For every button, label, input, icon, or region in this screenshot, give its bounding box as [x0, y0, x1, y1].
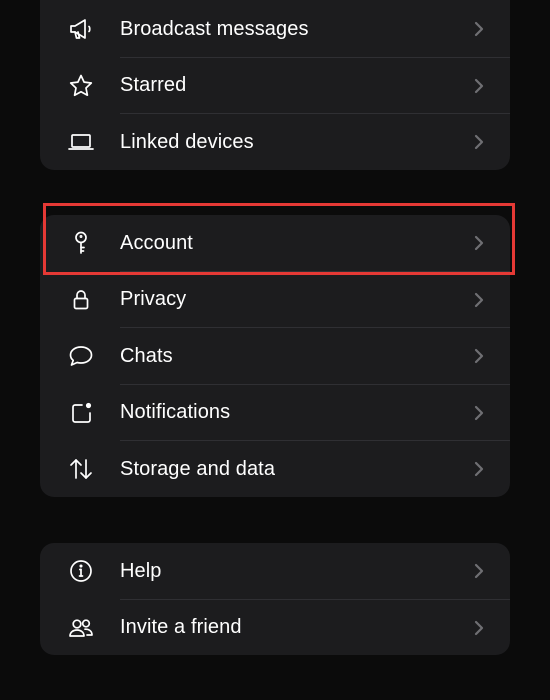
laptop-icon	[66, 127, 96, 157]
chevron-right-icon	[472, 289, 486, 311]
settings-item-chats[interactable]: Chats	[40, 328, 510, 385]
settings-item-invite-a-friend[interactable]: Invite a friend	[40, 600, 510, 656]
settings-group-support: Help Invite a friend	[40, 543, 510, 655]
settings-item-linked-devices[interactable]: Linked devices	[40, 114, 510, 170]
settings-item-label: Account	[120, 231, 193, 254]
chevron-right-icon	[472, 458, 486, 480]
settings-item-account[interactable]: Account	[40, 215, 510, 272]
star-icon	[66, 71, 96, 101]
settings-group-tools: Broadcast messages Starred Linked device…	[40, 0, 510, 170]
settings-group-main: Account Privacy Chats Notifications Stor…	[40, 215, 510, 497]
people-icon	[66, 613, 96, 643]
settings-item-starred[interactable]: Starred	[40, 58, 510, 114]
settings-item-label: Chats	[120, 344, 173, 367]
settings-item-label: Help	[120, 559, 162, 582]
settings-item-label: Broadcast messages	[120, 17, 309, 40]
up-down-arrows-icon	[66, 454, 96, 484]
settings-item-label: Storage and data	[120, 457, 276, 480]
info-icon	[66, 556, 96, 586]
settings-item-storage-and-data[interactable]: Storage and data	[40, 441, 510, 497]
chevron-right-icon	[472, 402, 486, 424]
settings-item-notifications[interactable]: Notifications	[40, 385, 510, 441]
settings-item-help[interactable]: Help	[40, 543, 510, 600]
settings-item-label: Notifications	[120, 401, 231, 424]
settings-item-privacy[interactable]: Privacy	[40, 272, 510, 328]
settings-item-label: Privacy	[120, 288, 187, 311]
notification-badge-icon	[66, 398, 96, 428]
chevron-right-icon	[472, 560, 486, 582]
settings-item-label: Linked devices	[120, 130, 254, 153]
lock-icon	[66, 285, 96, 315]
settings-screen: Broadcast messages Starred Linked device…	[0, 0, 550, 700]
settings-item-label: Invite a friend	[120, 616, 242, 639]
settings-item-label: Starred	[120, 74, 187, 97]
chevron-right-icon	[472, 617, 486, 639]
megaphone-icon	[66, 14, 96, 44]
chevron-right-icon	[472, 131, 486, 153]
chevron-right-icon	[472, 75, 486, 97]
key-icon	[66, 228, 96, 258]
settings-item-broadcast-messages[interactable]: Broadcast messages	[40, 1, 510, 58]
chevron-right-icon	[472, 345, 486, 367]
chat-bubble-icon	[66, 341, 96, 371]
chevron-right-icon	[472, 232, 486, 254]
chevron-right-icon	[472, 18, 486, 40]
